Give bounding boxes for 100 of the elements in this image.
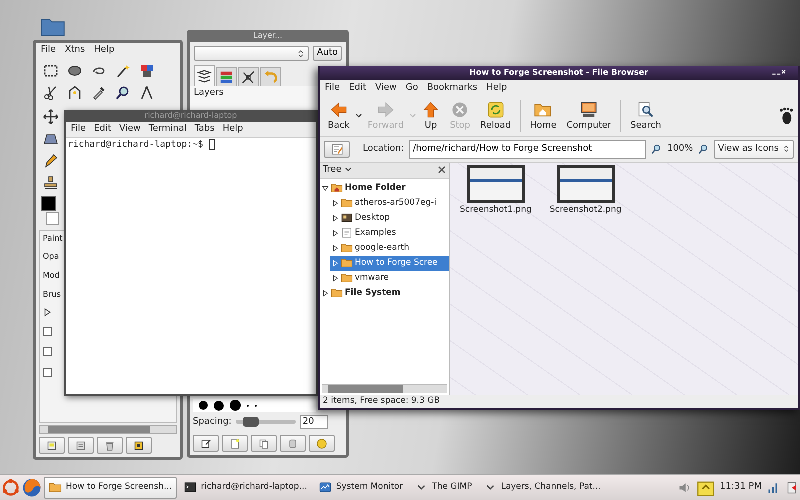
dashed-rectangle-icon[interactable] — [43, 62, 59, 79]
spacing-field[interactable]: 20 — [300, 415, 328, 429]
toolbar-button[interactable]: Search — [625, 100, 666, 132]
menu-item[interactable]: Edit — [349, 83, 366, 94]
menu-item[interactable]: Help — [222, 124, 244, 135]
zoom-in-icon[interactable] — [698, 144, 710, 155]
pen-icon[interactable] — [67, 84, 83, 101]
location-field[interactable]: /home/richard/How to Forge Screenshot — [409, 140, 646, 159]
checkbox[interactable] — [43, 347, 52, 356]
menu-item[interactable]: View — [120, 124, 141, 135]
trash-icon — [104, 440, 116, 452]
view-dropdown[interactable]: View as Icons — [714, 140, 794, 159]
menu-item[interactable]: Bookmarks — [427, 83, 478, 94]
color-squares-icon[interactable] — [139, 62, 155, 79]
field-label: Mod — [43, 270, 61, 281]
expander-icon[interactable] — [43, 308, 52, 318]
tree-item[interactable]: How to Forge Scree — [330, 256, 449, 271]
edit-icon — [200, 438, 212, 450]
wand-icon[interactable] — [115, 62, 131, 79]
menu-item[interactable]: View — [376, 83, 397, 94]
toolbar-button[interactable]: Back — [323, 100, 355, 132]
caret-icon[interactable] — [354, 112, 363, 120]
window-title: How to Forge Screenshot - File Browser — [470, 68, 648, 78]
taskbar-button[interactable]: System Monitor — [314, 476, 408, 498]
prompt-text: richard@richard-laptop:~$ — [68, 140, 204, 150]
scrollbar[interactable] — [322, 384, 447, 393]
menu-item[interactable]: Tabs — [194, 124, 215, 135]
panel-button[interactable] — [39, 437, 65, 454]
paths-icon — [241, 70, 256, 84]
magnifier-icon[interactable] — [115, 84, 131, 101]
scrollbar[interactable] — [39, 425, 177, 434]
menu-item[interactable]: File — [71, 124, 86, 135]
tab[interactable] — [238, 67, 259, 86]
taskbar-button[interactable]: Layers, Channels, Pat... — [479, 476, 606, 498]
tree-item[interactable]: Home Folder — [320, 180, 449, 196]
caret-icon — [344, 166, 352, 173]
toolbar-button[interactable]: Home — [525, 100, 562, 132]
screenshot-thumbnail[interactable] — [556, 164, 615, 203]
panel-button[interactable] — [193, 435, 219, 452]
compass-icon[interactable] — [139, 84, 155, 101]
tree-item[interactable]: vmware — [330, 270, 449, 286]
panel-button[interactable] — [126, 437, 152, 454]
edit-location-button[interactable] — [324, 140, 350, 158]
eyedropper-icon[interactable] — [91, 84, 107, 101]
notepad-icon — [330, 142, 344, 156]
foreground-color-swatch[interactable] — [41, 196, 56, 211]
toolbar-button[interactable]: Computer — [562, 100, 616, 132]
foot-icon[interactable] — [777, 106, 795, 126]
computer-icon — [580, 100, 598, 119]
folder-icon — [341, 272, 353, 284]
scissors-icon[interactable] — [43, 84, 59, 101]
brush-grid[interactable] — [193, 399, 316, 412]
taskbar-button[interactable]: How to Forge Screensh... — [44, 476, 178, 498]
auto-button[interactable]: Auto — [313, 46, 342, 61]
tree-item[interactable]: Examples — [330, 226, 449, 241]
toolbar-button[interactable]: Reload — [476, 100, 516, 132]
tree-item[interactable]: File System — [320, 286, 449, 301]
zoom-out-icon[interactable] — [651, 144, 662, 155]
expander-icon[interactable] — [322, 290, 329, 297]
move-icon[interactable] — [43, 108, 59, 125]
menu-item[interactable]: Help — [94, 45, 115, 56]
background-color-swatch[interactable] — [46, 212, 59, 225]
menu-item[interactable]: Edit — [94, 124, 112, 135]
globe-icon[interactable] — [22, 478, 42, 498]
toolbar-button[interactable]: Up — [417, 100, 446, 132]
expander-icon[interactable] — [322, 184, 329, 192]
spinner-icon — [297, 48, 306, 58]
expander-icon[interactable] — [332, 274, 339, 282]
taskbar-button[interactable]: The GIMP — [410, 476, 478, 498]
checkbox[interactable] — [43, 326, 52, 336]
menu-item[interactable]: Go — [406, 83, 418, 94]
slider-thumb[interactable] — [242, 417, 259, 427]
stamp-icon[interactable] — [43, 174, 59, 191]
expander-icon[interactable] — [332, 200, 339, 207]
tree-item[interactable]: Desktop — [330, 210, 449, 226]
file-name[interactable]: Screenshot2.png — [550, 204, 622, 215]
close-icon[interactable] — [438, 166, 446, 174]
slider[interactable] — [236, 420, 296, 424]
expander-icon[interactable] — [332, 230, 339, 237]
tree-item[interactable]: google-earth — [330, 240, 449, 256]
field-label: Spacing: — [193, 416, 232, 428]
tree-item[interactable]: atheros-ar5007eg-i — [330, 196, 449, 211]
expander-icon[interactable] — [332, 214, 339, 222]
screenshot-thumbnail[interactable] — [466, 164, 525, 203]
pencil-icon[interactable] — [43, 152, 59, 169]
clock[interactable]: 11:31 PM — [720, 482, 762, 493]
expander-icon[interactable] — [332, 244, 339, 252]
menu-item[interactable]: Help — [486, 83, 508, 94]
folder-icon — [331, 287, 343, 300]
checkbox[interactable] — [43, 368, 52, 377]
menu-item[interactable]: Terminal — [148, 124, 187, 135]
sidebar-dropdown[interactable]: Tree — [323, 164, 352, 176]
file-name[interactable]: Screenshot1.png — [460, 204, 532, 215]
ubuntu-logo-icon[interactable] — [2, 478, 20, 496]
menu-item[interactable]: File — [325, 83, 340, 94]
menu-item[interactable]: Xtns — [65, 45, 86, 56]
taskbar-button[interactable]: richard@richard-laptop... — [179, 476, 312, 498]
tab[interactable] — [194, 65, 215, 86]
speaker-icon[interactable] — [678, 480, 692, 494]
menu-item[interactable]: File — [41, 45, 56, 56]
